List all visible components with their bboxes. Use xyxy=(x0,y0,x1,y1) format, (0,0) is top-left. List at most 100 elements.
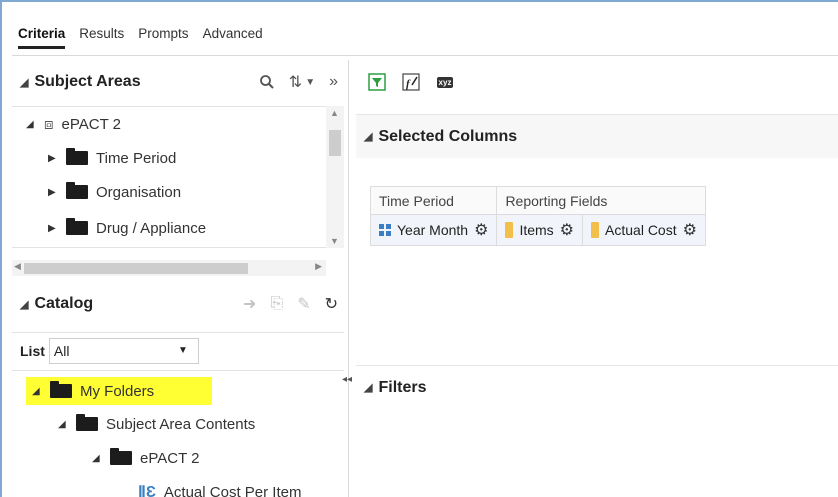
folder-icon xyxy=(66,218,88,235)
analysis-editor: Criteria Results Prompts Advanced ◢ Subj… xyxy=(0,0,838,497)
criteria-toolbar: f xyz xyxy=(366,72,456,92)
subject-area-icon: ⧈ xyxy=(44,115,54,133)
list-select-value: All xyxy=(53,342,70,359)
edit-icon[interactable]: ✎ xyxy=(297,294,310,314)
catalog-title[interactable]: ◢ Catalog xyxy=(12,295,93,313)
catalog-label: Catalog xyxy=(34,295,94,312)
subject-areas-vertical-scrollbar[interactable]: ▲ ▼ xyxy=(326,106,344,248)
column-label: Year Month xyxy=(397,222,469,238)
selected-columns-header[interactable]: ◢ Selected Columns xyxy=(356,114,838,158)
hierarchy-icon xyxy=(379,224,391,236)
filters-title: Filters xyxy=(378,378,427,396)
list-label: List xyxy=(20,342,45,359)
tree-item-label: ePACT 2 xyxy=(61,115,122,133)
collapse-icon: ◢ xyxy=(364,382,373,394)
collapsed-arrow-icon[interactable]: ▶ xyxy=(48,153,58,164)
subject-areas-label: Subject Areas xyxy=(34,73,141,90)
tab-criteria[interactable]: Criteria xyxy=(18,26,65,46)
group-title: Time Period xyxy=(371,187,497,215)
gear-icon[interactable]: ⚙ xyxy=(683,220,697,240)
collapse-icon: ◢ xyxy=(20,298,29,311)
folder-icon xyxy=(50,381,72,398)
expanded-arrow-icon[interactable]: ◢ xyxy=(26,119,36,130)
measure-icon xyxy=(505,222,514,238)
scroll-right-icon[interactable]: ▶ xyxy=(315,261,322,272)
tree-item-label: Time Period xyxy=(96,149,177,167)
edit-formula-icon[interactable]: f xyxy=(400,72,422,92)
column-label: Actual Cost xyxy=(605,222,677,238)
scroll-up-icon[interactable]: ▲ xyxy=(330,108,339,118)
tree-item-my-folders[interactable]: ◢ My Folders xyxy=(26,377,212,405)
xyz-icon[interactable]: xyz xyxy=(434,72,456,92)
pane-divider xyxy=(348,60,349,497)
analysis-icon: ⅡƐ xyxy=(138,484,156,497)
tab-prompts[interactable]: Prompts xyxy=(138,26,188,46)
column-group-reporting-fields: Reporting Fields Items ⚙ Actual Cost ⚙ xyxy=(497,187,705,245)
folder-icon xyxy=(110,448,132,465)
column-items[interactable]: Items ⚙ xyxy=(497,215,584,245)
list-select[interactable]: All ▼ xyxy=(48,337,199,364)
tree-item-organisation[interactable]: ▶ Organisation xyxy=(48,181,181,203)
svg-text:f: f xyxy=(406,78,411,90)
collapsed-arrow-icon[interactable]: ▶ xyxy=(48,223,58,234)
editor-tabs: Criteria Results Prompts Advanced xyxy=(18,26,263,46)
collapse-icon: ◢ xyxy=(20,76,29,89)
expanded-arrow-icon[interactable]: ◢ xyxy=(92,453,102,464)
copy-icon[interactable]: ⎘ xyxy=(270,295,283,313)
add-arrow-icon[interactable]: ➜ xyxy=(243,294,256,314)
scroll-left-icon[interactable]: ◀ xyxy=(14,261,21,272)
tree-item-drug-appliance[interactable]: ▶ Drug / Appliance xyxy=(48,217,206,239)
tab-divider xyxy=(12,55,838,56)
measure-icon xyxy=(591,222,600,238)
tree-item-label: Subject Area Contents xyxy=(106,415,256,433)
search-icon[interactable] xyxy=(259,74,275,90)
column-year-month[interactable]: Year Month ⚙ xyxy=(371,215,497,245)
column-actual-cost[interactable]: Actual Cost ⚙ xyxy=(583,215,705,245)
catalog-header: ◢ Catalog ➜ ⎘ ✎ ↻ xyxy=(12,282,344,326)
collapse-pane-icon[interactable]: ◂◂ xyxy=(342,374,354,388)
expanded-arrow-icon[interactable]: ◢ xyxy=(32,386,42,397)
expand-panel-icon[interactable]: » xyxy=(329,73,338,91)
tree-item-subject-area-contents[interactable]: ◢ Subject Area Contents xyxy=(58,413,255,435)
selected-columns: Time Period Year Month ⚙ Reporting Field… xyxy=(370,186,706,246)
chevron-down-icon: ▼ xyxy=(177,345,188,356)
subject-areas-tools: ⇅ ▼ » xyxy=(259,60,338,104)
scroll-thumb[interactable] xyxy=(329,130,341,156)
tab-results[interactable]: Results xyxy=(79,26,124,46)
group-title: Reporting Fields xyxy=(497,187,705,215)
folder-icon xyxy=(66,148,88,165)
expanded-arrow-icon[interactable]: ◢ xyxy=(58,419,68,430)
catalog-tree: ◢ My Folders ◢ Subject Area Contents ◢ e… xyxy=(12,370,344,497)
tree-item-label: My Folders xyxy=(80,382,155,400)
gear-icon[interactable]: ⚙ xyxy=(474,220,488,240)
sort-icon[interactable]: ⇅ ▼ xyxy=(289,72,315,92)
tree-item-epact2[interactable]: ◢ ⧈ ePACT 2 xyxy=(26,113,121,135)
collapsed-arrow-icon[interactable]: ▶ xyxy=(48,187,58,198)
tree-item-actual-cost-per-item[interactable]: ⅡƐ Actual Cost Per Item xyxy=(138,481,301,497)
filters-header[interactable]: ◢ Filters xyxy=(356,365,838,409)
tree-item-label: Drug / Appliance xyxy=(96,219,207,237)
subject-areas-tree: ◢ ⧈ ePACT 2 ▶ Time Period ▶ Organisation… xyxy=(12,106,344,248)
catalog-list-filter: List All ▼ xyxy=(12,332,344,368)
tree-item-label: Organisation xyxy=(96,183,182,201)
collapse-icon: ◢ xyxy=(364,131,373,143)
xyz-icon-text: xyz xyxy=(436,76,454,88)
tree-item-label: Actual Cost Per Item xyxy=(163,483,302,497)
scroll-thumb[interactable] xyxy=(24,263,248,274)
tree-item-label: ePACT 2 xyxy=(140,449,200,467)
subject-areas-title[interactable]: ◢ Subject Areas xyxy=(12,73,141,91)
column-group-time-period: Time Period Year Month ⚙ xyxy=(371,187,498,245)
catalog-tools: ➜ ⎘ ✎ ↻ xyxy=(243,282,338,326)
column-label: Items xyxy=(519,222,554,238)
filter-icon[interactable] xyxy=(366,72,388,92)
scroll-down-icon[interactable]: ▼ xyxy=(330,236,339,246)
folder-icon xyxy=(66,182,88,199)
tree-item-epact2-folder[interactable]: ◢ ePACT 2 xyxy=(92,447,199,469)
tab-advanced[interactable]: Advanced xyxy=(203,26,263,46)
criteria-panel: f xyz ◢ Selected Columns Time Period Yea… xyxy=(356,60,838,497)
refresh-icon[interactable]: ↻ xyxy=(325,294,338,314)
tree-item-time-period[interactable]: ▶ Time Period xyxy=(48,147,176,169)
subject-areas-header: ◢ Subject Areas ⇅ ▼ » xyxy=(12,60,344,104)
subject-areas-horizontal-scrollbar[interactable]: ◀ ▶ xyxy=(12,260,326,276)
gear-icon[interactable]: ⚙ xyxy=(560,220,574,240)
